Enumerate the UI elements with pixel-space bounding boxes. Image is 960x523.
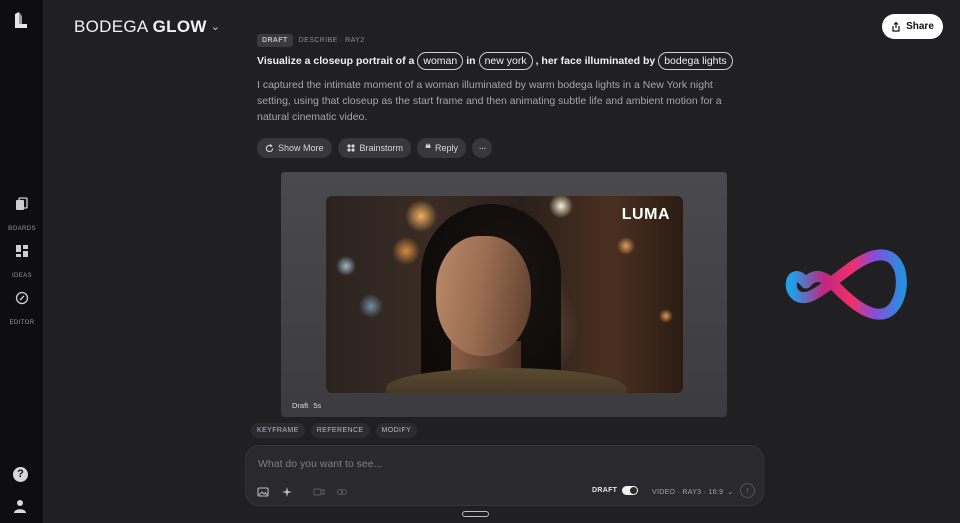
drag-handle[interactable] [462,511,489,517]
model-selector[interactable]: VIDEO · RAY3 · 16:9 ⌄ [652,488,734,497]
prompt-token-subject[interactable]: woman [417,52,464,70]
share-button[interactable]: Share [882,14,943,39]
prompt-meta: DRAFT DESCRIBE · RAY2 [257,34,365,47]
prompt-input[interactable] [258,458,558,470]
prompt-part: Visualize a closeup portrait of a [257,55,415,67]
sidebar-item-ideas[interactable]: IDEAS [0,244,44,282]
quote-icon: ❝ [425,142,431,155]
draft-toggle[interactable]: DRAFT [592,486,639,495]
profile-icon[interactable] [13,499,27,513]
prompt-token-location[interactable]: new york [478,52,533,70]
generation-card[interactable]: LUMA Draft 5s [281,172,727,417]
refresh-icon [265,143,274,152]
video-camera-icon[interactable] [313,486,325,498]
arrow-up-icon: ↑ [745,485,750,495]
chevron-down-icon[interactable]: ⌄ [211,20,221,33]
show-more-button[interactable]: Show More [257,138,332,158]
reply-button[interactable]: ❝ Reply [417,138,466,158]
prompt-part: , her face illuminated by [535,55,656,67]
prompt-token-lighting[interactable]: bodega lights [658,52,733,70]
image-upload-icon[interactable] [257,486,269,498]
sidebar-item-boards[interactable]: BOARDS [0,197,44,235]
app-window: BOARDS IDEAS EDITOR ? BODEGA GLOW ⌄ Shar… [0,0,960,523]
tag-reference[interactable]: REFERENCE [310,423,370,438]
editor-icon [15,291,29,305]
action-bar: Show More Brainstorm ❝ Reply ··· [257,138,492,158]
media-status: Draft 5s [292,401,321,410]
brainstorm-button[interactable]: Brainstorm [337,138,412,158]
sidebar: BOARDS IDEAS EDITOR ? [0,0,44,523]
sidebar-item-label: EDITOR [9,320,35,326]
prompt-meta-text: DESCRIBE · RAY2 [298,37,365,44]
toggle-switch[interactable] [622,486,639,495]
media-duration: 5s [313,401,322,410]
reply-label: Reply [434,143,458,153]
mode-tags: KEYFRAME REFERENCE MODIFY [251,423,418,438]
prompt-description: I captured the intimate moment of a woma… [257,79,722,123]
ideas-icon [16,245,28,257]
prompt-text: Visualize a closeup portrait of a woman … [257,52,733,70]
sparkle-icon[interactable] [281,486,293,498]
sidebar-item-label: BOARDS [8,226,36,232]
chevron-down-icon: ⌄ [727,489,734,496]
prompt-part: in [466,55,476,67]
more-options-button[interactable]: ··· [471,138,492,158]
model-selector-label: VIDEO · RAY3 · 16:9 [652,488,724,496]
app-logo-icon[interactable] [12,12,28,30]
sidebar-item-editor[interactable]: EDITOR [0,291,44,329]
video-thumbnail[interactable]: LUMA [326,196,683,393]
board-title-bold: GLOW [152,17,207,36]
sidebar-item-label: IDEAS [11,273,32,279]
subject-face [436,236,531,356]
board-title[interactable]: BODEGA GLOW ⌄ [74,17,220,37]
infinity-logo-icon [785,249,907,320]
brainstorm-icon [346,144,355,152]
draft-toggle-label: DRAFT [592,487,618,494]
send-button[interactable]: ↑ [740,483,755,498]
media-status-text: Draft [292,401,309,410]
prompt-composer: DRAFT VIDEO · RAY3 · 16:9 ⌄ ↑ [245,445,764,506]
draft-badge: DRAFT [257,34,293,47]
boards-icon [16,197,28,210]
brainstorm-label: Brainstorm [359,143,404,153]
show-more-label: Show More [278,143,324,153]
loop-icon[interactable] [336,486,348,498]
board-title-light: BODEGA [74,17,153,36]
luma-watermark: LUMA [621,206,670,223]
tag-modify[interactable]: MODIFY [375,423,418,438]
tag-keyframe[interactable]: KEYFRAME [251,423,305,438]
help-icon[interactable]: ? [13,467,28,482]
share-label: Share [906,21,934,32]
share-icon [892,21,900,32]
